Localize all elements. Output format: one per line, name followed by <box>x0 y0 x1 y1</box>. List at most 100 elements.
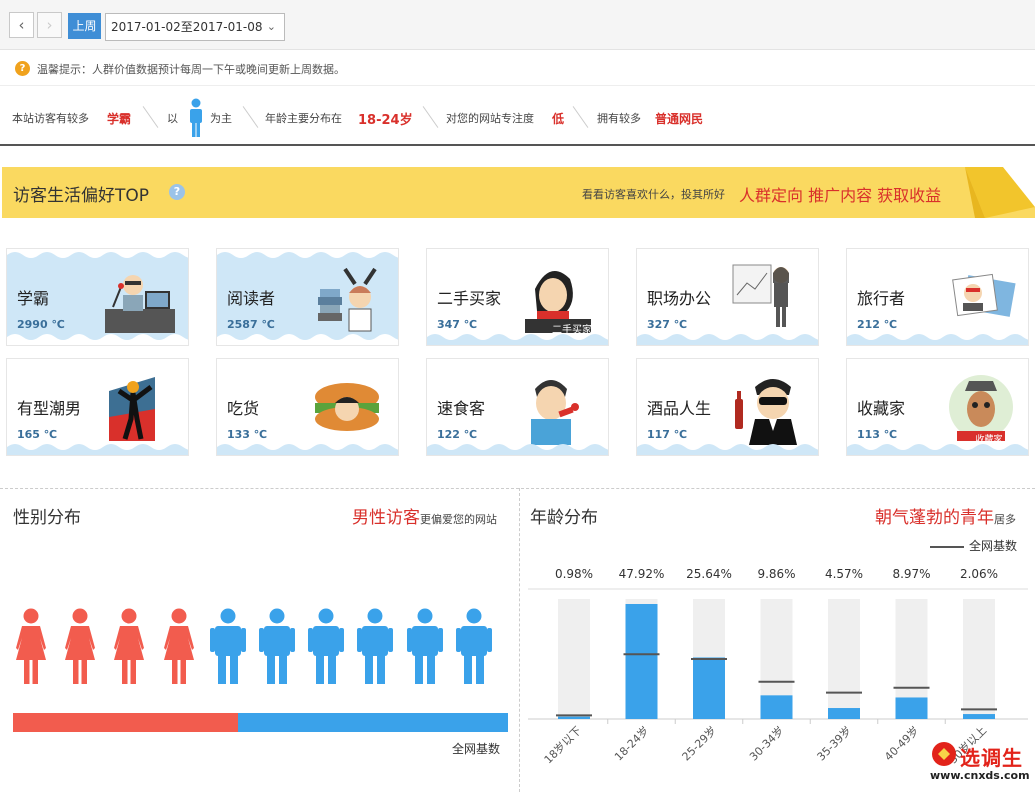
next-week-button[interactable]: › <box>37 12 62 38</box>
x-tick-label: 18-24岁 <box>611 723 651 763</box>
last-week-button[interactable]: 上周 <box>68 13 101 39</box>
bar <box>558 716 590 719</box>
summary-value-6: 普通网民 <box>655 112 704 126</box>
female-person-icon <box>114 608 145 684</box>
fast-food-eater-icon <box>531 380 579 445</box>
summary-value-5: 低 <box>552 112 565 126</box>
card-traveler[interactable]: 旅行者 212 ℃ <box>846 248 1029 346</box>
wave-decoration <box>217 334 398 345</box>
wave-decoration <box>427 334 608 345</box>
summary-text-6: 拥有较多 <box>597 112 641 125</box>
banner-title: 访客生活偏好TOP <box>13 186 150 206</box>
trendy-man-icon <box>109 377 155 441</box>
female-person-icon <box>16 608 46 684</box>
card-name: 旅行者 <box>857 289 906 308</box>
male-person-icon <box>357 608 394 684</box>
office-worker-icon <box>732 264 789 327</box>
warning-icon: ? <box>15 61 30 76</box>
card-name: 阅读者 <box>227 289 276 308</box>
bar <box>828 708 860 719</box>
watermark-text: 选调生 <box>960 746 1023 770</box>
male-person-icon <box>190 98 202 137</box>
tip-bar: ? 温馨提示：人群价值数据预计每周一下午或晚间更新上周数据。 <box>0 52 1035 86</box>
male-person-icon <box>209 608 246 684</box>
card-name: 收藏家 <box>857 399 906 418</box>
age-note-highlight: 朝气蓬勃的青年 <box>875 508 994 528</box>
top-toolbar: ‹ › 上周 2017-01-02至2017-01-08 ⌄ <box>0 0 1035 50</box>
summary-value-4: 18-24岁 <box>358 113 413 128</box>
x-tick-label: 18岁以下 <box>541 723 584 766</box>
chevron-right-icon: › <box>46 16 53 34</box>
gender-panel-note: 男性访客更偏爱您的网站 <box>352 503 497 528</box>
prev-week-button[interactable]: ‹ <box>9 12 34 38</box>
separator <box>142 106 159 128</box>
traveler-icon <box>952 273 1016 317</box>
wave-decoration <box>427 444 608 455</box>
male-person-icon <box>308 608 345 684</box>
banner-highlight: 人群定向 推广内容 获取收益 <box>739 186 942 205</box>
card-office-worker[interactable]: 职场办公 327 ℃ <box>636 248 819 346</box>
card-reader[interactable]: 阅读者 2587 ℃ <box>216 248 399 346</box>
x-tick-label: 30-34岁 <box>746 723 786 763</box>
bar-track <box>558 599 590 719</box>
card-name: 酒品人生 <box>647 399 712 418</box>
bar <box>693 657 725 719</box>
separator <box>422 106 439 128</box>
summary-value-1: 学霸 <box>107 112 132 126</box>
card-name: 吃货 <box>227 399 260 418</box>
card-trendy-man[interactable]: 有型潮男 165 ℃ <box>6 358 189 456</box>
chart-legend: 全网基数 <box>930 537 1017 554</box>
bar-value-label: 47.92% <box>619 567 665 581</box>
card-collector[interactable]: 收藏家 113 ℃ 收藏家 <box>846 358 1029 456</box>
preference-banner: 访客生活偏好TOP ? 看看访客喜欢什么，投其所好 人群定向 推广内容 获取收益 <box>2 167 1035 218</box>
age-panel-note: 朝气蓬勃的青年居多 <box>875 503 1016 528</box>
banner-fold-decoration <box>965 167 1035 218</box>
question-icon[interactable]: ? <box>169 184 185 200</box>
panel-divider <box>0 488 1035 489</box>
chevron-down-icon: ⌄ <box>266 20 276 33</box>
summary-text-4: 年龄主要分布在 <box>265 112 342 125</box>
age-note-text: 居多 <box>994 513 1016 526</box>
chevron-left-icon: ‹ <box>18 16 25 34</box>
legend-label: 全网基数 <box>969 539 1018 553</box>
wave-decoration <box>7 444 188 455</box>
gender-ratio-bar <box>13 713 508 732</box>
gender-panel-title: 性别分布 <box>13 508 81 528</box>
bar-value-label: 4.57% <box>825 567 863 581</box>
card-fast-food-eater[interactable]: 速食客 122 ℃ <box>426 358 609 456</box>
legend-baseline-swatch <box>930 545 964 548</box>
wave-decoration <box>637 334 818 345</box>
bar <box>963 714 995 719</box>
bar-value-label: 2.06% <box>960 567 998 581</box>
summary-text-3: 为主 <box>210 112 232 125</box>
foodie-icon <box>315 383 379 431</box>
card-wine-lover[interactable]: 酒品人生 117 ℃ <box>636 358 819 456</box>
gender-note-text: 更偏爱您的网站 <box>420 513 497 526</box>
male-person-icon <box>259 608 295 684</box>
wave-decoration <box>637 444 818 455</box>
tip-text: 温馨提示：人群价值数据预计每周一下午或晚间更新上周数据。 <box>37 63 345 76</box>
summary-text-5: 对您的网站专注度 <box>446 112 534 125</box>
date-range-select[interactable]: 2017-01-02至2017-01-08 ⌄ <box>105 13 285 41</box>
wave-decoration <box>7 334 188 345</box>
female-person-icon <box>65 608 96 684</box>
female-person-icon <box>163 608 194 684</box>
card-scholar[interactable]: 学霸 2990 ℃ <box>6 248 189 346</box>
wave-decoration <box>847 444 1028 455</box>
card-name: 学霸 <box>17 289 50 308</box>
card-name: 职场办公 <box>647 289 712 308</box>
summary-text-2: 以 <box>167 112 178 125</box>
scholar-icon <box>105 275 175 333</box>
wine-lover-icon <box>735 379 797 445</box>
age-panel-title: 年龄分布 <box>530 508 598 528</box>
separator <box>572 106 589 128</box>
card-name: 速食客 <box>437 399 486 418</box>
gender-note-highlight: 男性访客 <box>352 508 420 528</box>
male-person-icon <box>455 608 492 684</box>
card-second-hand-buyer[interactable]: 二手买家 347 ℃ 二手买家 <box>426 248 609 346</box>
summary-text-1: 本站访客有较多 <box>12 112 89 125</box>
date-range-value: 2017-01-02至2017-01-08 <box>111 20 263 34</box>
male-ratio-segment <box>238 713 508 732</box>
card-foodie[interactable]: 吃货 133 ℃ <box>216 358 399 456</box>
separator <box>242 106 259 128</box>
